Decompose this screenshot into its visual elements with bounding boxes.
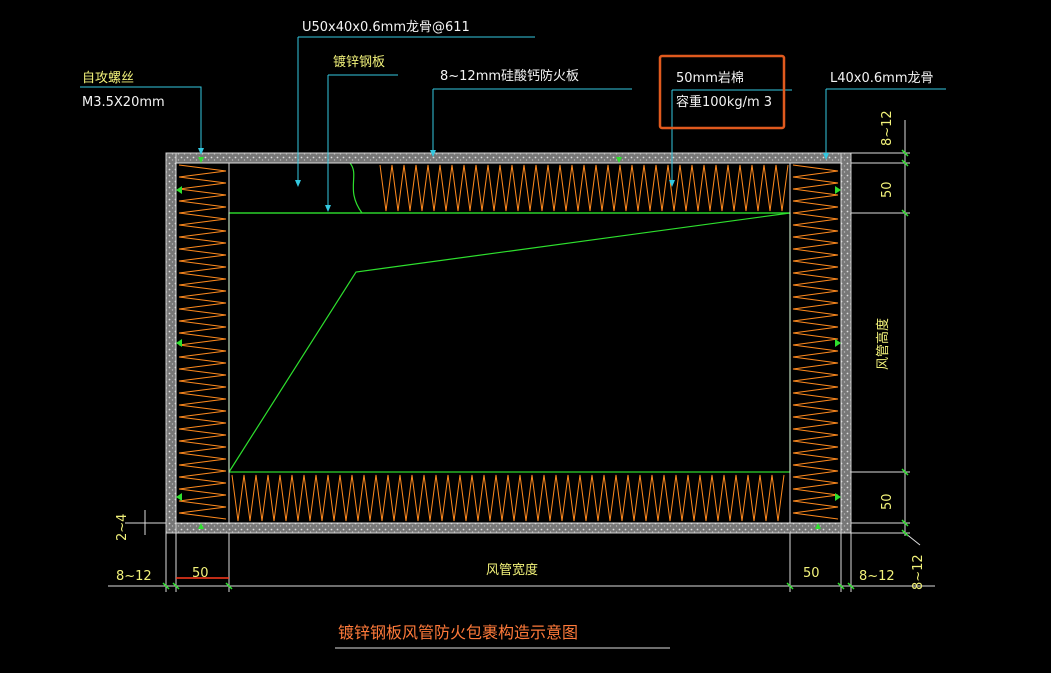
dim-bottom-left-812: 8~12 — [116, 569, 152, 584]
dim-right-50-bottom: 50 — [880, 493, 895, 510]
dim-duct-height: 风管高度 — [875, 318, 891, 370]
highlight-box — [658, 54, 786, 130]
rock-wool-right — [792, 164, 839, 520]
angle-keel-label: L40x0.6mm龙骨 — [830, 71, 933, 86]
dim-duct-width: 风管宽度 — [486, 562, 538, 578]
rock-wool-label: 50mm岩棉 — [676, 71, 744, 86]
rock-wool-top — [379, 164, 789, 212]
keel-u — [175, 162, 842, 524]
rock-wool-left — [178, 164, 227, 520]
leader-lines — [80, 36, 946, 210]
keel-label: U50x40x0.6mm龙骨@611 — [302, 20, 470, 35]
dim-bottom-right-812: 8~12 — [859, 569, 895, 584]
rock-wool-bottom — [231, 474, 785, 522]
cad-drawing: 自攻螺丝 M3.5X20mm U50x40x0.6mm龙骨@611 镀锌钢板 8… — [0, 0, 1051, 673]
screw-size-label: M3.5X20mm — [82, 95, 165, 110]
dim-right-top: 8~12 — [880, 110, 895, 146]
screw-label: 自攻螺丝 — [82, 71, 134, 86]
drawing-canvas: 自攻螺丝 M3.5X20mm U50x40x0.6mm龙骨@611 镀锌钢板 8… — [80, 20, 946, 649]
drawing-title: 镀锌钢板风管防火包裹构造示意图 — [338, 623, 578, 642]
rock-wool-insulation — [178, 164, 839, 522]
steel-duct — [228, 162, 791, 473]
dim-left-gap: 2~4 — [115, 514, 130, 541]
dim-right-50-top: 50 — [880, 181, 895, 198]
dim-bottom-right-50: 50 — [803, 566, 820, 581]
dim-right-bottom-812: 8~12 — [911, 554, 926, 590]
fire-board-label: 8~12mm硅酸钙防火板 — [440, 68, 579, 84]
steel-plate-label: 镀锌钢板 — [333, 54, 385, 70]
dim-bottom-left-50: 50 — [192, 566, 209, 581]
density-label: 容重100kg/m 3 — [676, 94, 772, 110]
